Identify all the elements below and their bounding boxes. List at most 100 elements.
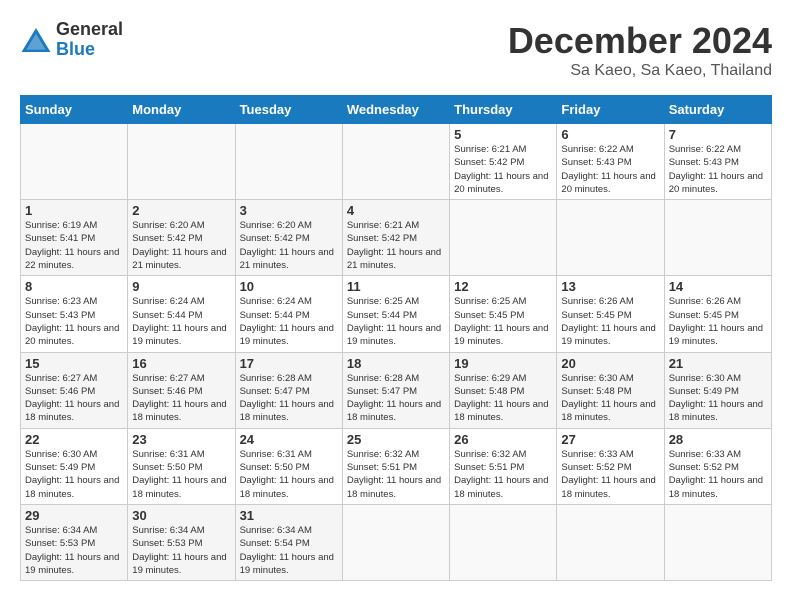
day-number-18: 18 <box>347 356 445 371</box>
day-number-3: 3 <box>240 203 338 218</box>
day-info-29: Sunrise: 6:34 AMSunset: 5:53 PMDaylight:… <box>25 524 123 577</box>
col-saturday: Saturday <box>664 96 771 124</box>
logo-text: General Blue <box>56 20 123 60</box>
day-23: 23 Sunrise: 6:31 AMSunset: 5:50 PMDaylig… <box>128 428 235 504</box>
day-number-4: 4 <box>347 203 445 218</box>
day-19: 19 Sunrise: 6:29 AMSunset: 5:48 PMDaylig… <box>450 352 557 428</box>
day-8: 8 Sunrise: 6:23 AMSunset: 5:43 PMDayligh… <box>21 276 128 352</box>
day-number-11: 11 <box>347 279 445 294</box>
day-number-9: 9 <box>132 279 230 294</box>
day-16: 16 Sunrise: 6:27 AMSunset: 5:46 PMDaylig… <box>128 352 235 428</box>
day-number-27: 27 <box>561 432 659 447</box>
logo-general-text: General <box>56 20 123 40</box>
day-number-30: 30 <box>132 508 230 523</box>
day-number-13: 13 <box>561 279 659 294</box>
day-info-10: Sunrise: 6:24 AMSunset: 5:44 PMDaylight:… <box>240 295 338 348</box>
day-11: 11 Sunrise: 6:25 AMSunset: 5:44 PMDaylig… <box>342 276 449 352</box>
day-number-7: 7 <box>669 127 767 142</box>
logo-blue-text: Blue <box>56 40 123 60</box>
empty-cell <box>450 504 557 580</box>
day-info-26: Sunrise: 6:32 AMSunset: 5:51 PMDaylight:… <box>454 448 552 501</box>
day-4: 4 Sunrise: 6:21 AMSunset: 5:42 PMDayligh… <box>342 200 449 276</box>
day-info-6: Sunrise: 6:22 AMSunset: 5:43 PMDaylight:… <box>561 143 659 196</box>
week-4: 22 Sunrise: 6:30 AMSunset: 5:49 PMDaylig… <box>21 428 772 504</box>
logo: General Blue <box>20 20 123 60</box>
day-1: 1 Sunrise: 6:19 AMSunset: 5:41 PMDayligh… <box>21 200 128 276</box>
day-info-3: Sunrise: 6:20 AMSunset: 5:42 PMDaylight:… <box>240 219 338 272</box>
calendar-table: Sunday Monday Tuesday Wednesday Thursday… <box>20 95 772 581</box>
day-info-31: Sunrise: 6:34 AMSunset: 5:54 PMDaylight:… <box>240 524 338 577</box>
day-info-22: Sunrise: 6:30 AMSunset: 5:49 PMDaylight:… <box>25 448 123 501</box>
day-info-13: Sunrise: 6:26 AMSunset: 5:45 PMDaylight:… <box>561 295 659 348</box>
day-info-24: Sunrise: 6:31 AMSunset: 5:50 PMDaylight:… <box>240 448 338 501</box>
empty-cell <box>21 124 128 200</box>
day-12: 12 Sunrise: 6:25 AMSunset: 5:45 PMDaylig… <box>450 276 557 352</box>
day-28: 28 Sunrise: 6:33 AMSunset: 5:52 PMDaylig… <box>664 428 771 504</box>
day-number-29: 29 <box>25 508 123 523</box>
day-31: 31 Sunrise: 6:34 AMSunset: 5:54 PMDaylig… <box>235 504 342 580</box>
day-number-16: 16 <box>132 356 230 371</box>
day-info-8: Sunrise: 6:23 AMSunset: 5:43 PMDaylight:… <box>25 295 123 348</box>
day-number-26: 26 <box>454 432 552 447</box>
day-number-17: 17 <box>240 356 338 371</box>
week-3: 15 Sunrise: 6:27 AMSunset: 5:46 PMDaylig… <box>21 352 772 428</box>
day-25: 25 Sunrise: 6:32 AMSunset: 5:51 PMDaylig… <box>342 428 449 504</box>
day-info-15: Sunrise: 6:27 AMSunset: 5:46 PMDaylight:… <box>25 372 123 425</box>
empty-cell <box>557 200 664 276</box>
day-number-1: 1 <box>25 203 123 218</box>
title-area: December 2024 Sa Kaeo, Sa Kaeo, Thailand <box>508 20 772 80</box>
day-number-25: 25 <box>347 432 445 447</box>
day-info-16: Sunrise: 6:27 AMSunset: 5:46 PMDaylight:… <box>132 372 230 425</box>
day-27: 27 Sunrise: 6:33 AMSunset: 5:52 PMDaylig… <box>557 428 664 504</box>
day-number-28: 28 <box>669 432 767 447</box>
day-30: 30 Sunrise: 6:34 AMSunset: 5:53 PMDaylig… <box>128 504 235 580</box>
day-14: 14 Sunrise: 6:26 AMSunset: 5:45 PMDaylig… <box>664 276 771 352</box>
header-row: Sunday Monday Tuesday Wednesday Thursday… <box>21 96 772 124</box>
col-thursday: Thursday <box>450 96 557 124</box>
day-number-22: 22 <box>25 432 123 447</box>
col-sunday: Sunday <box>21 96 128 124</box>
empty-cell <box>235 124 342 200</box>
empty-cell <box>664 200 771 276</box>
day-20: 20 Sunrise: 6:30 AMSunset: 5:48 PMDaylig… <box>557 352 664 428</box>
empty-cell <box>557 504 664 580</box>
day-3: 3 Sunrise: 6:20 AMSunset: 5:42 PMDayligh… <box>235 200 342 276</box>
day-number-21: 21 <box>669 356 767 371</box>
day-number-10: 10 <box>240 279 338 294</box>
logo-icon <box>20 24 52 56</box>
day-10: 10 Sunrise: 6:24 AMSunset: 5:44 PMDaylig… <box>235 276 342 352</box>
day-info-30: Sunrise: 6:34 AMSunset: 5:53 PMDaylight:… <box>132 524 230 577</box>
day-info-12: Sunrise: 6:25 AMSunset: 5:45 PMDaylight:… <box>454 295 552 348</box>
empty-cell <box>664 504 771 580</box>
day-info-28: Sunrise: 6:33 AMSunset: 5:52 PMDaylight:… <box>669 448 767 501</box>
col-wednesday: Wednesday <box>342 96 449 124</box>
day-number-15: 15 <box>25 356 123 371</box>
col-friday: Friday <box>557 96 664 124</box>
day-18: 18 Sunrise: 6:28 AMSunset: 5:47 PMDaylig… <box>342 352 449 428</box>
day-number-23: 23 <box>132 432 230 447</box>
day-7: 7 Sunrise: 6:22 AMSunset: 5:43 PMDayligh… <box>664 124 771 200</box>
empty-cell <box>342 504 449 580</box>
day-number-12: 12 <box>454 279 552 294</box>
col-monday: Monday <box>128 96 235 124</box>
day-info-20: Sunrise: 6:30 AMSunset: 5:48 PMDaylight:… <box>561 372 659 425</box>
day-2: 2 Sunrise: 6:20 AMSunset: 5:42 PMDayligh… <box>128 200 235 276</box>
day-29: 29 Sunrise: 6:34 AMSunset: 5:53 PMDaylig… <box>21 504 128 580</box>
empty-cell <box>450 200 557 276</box>
day-info-23: Sunrise: 6:31 AMSunset: 5:50 PMDaylight:… <box>132 448 230 501</box>
month-title: December 2024 <box>508 20 772 62</box>
week-2: 8 Sunrise: 6:23 AMSunset: 5:43 PMDayligh… <box>21 276 772 352</box>
week-1: 5 Sunrise: 6:21 AMSunset: 5:42 PMDayligh… <box>21 124 772 200</box>
day-info-2: Sunrise: 6:20 AMSunset: 5:42 PMDaylight:… <box>132 219 230 272</box>
location: Sa Kaeo, Sa Kaeo, Thailand <box>508 62 772 80</box>
day-21: 21 Sunrise: 6:30 AMSunset: 5:49 PMDaylig… <box>664 352 771 428</box>
day-info-25: Sunrise: 6:32 AMSunset: 5:51 PMDaylight:… <box>347 448 445 501</box>
week-0: 1 Sunrise: 6:19 AMSunset: 5:41 PMDayligh… <box>21 200 772 276</box>
day-22: 22 Sunrise: 6:30 AMSunset: 5:49 PMDaylig… <box>21 428 128 504</box>
day-info-5: Sunrise: 6:21 AMSunset: 5:42 PMDaylight:… <box>454 143 552 196</box>
day-17: 17 Sunrise: 6:28 AMSunset: 5:47 PMDaylig… <box>235 352 342 428</box>
day-info-17: Sunrise: 6:28 AMSunset: 5:47 PMDaylight:… <box>240 372 338 425</box>
day-number-24: 24 <box>240 432 338 447</box>
empty-cell <box>342 124 449 200</box>
day-info-14: Sunrise: 6:26 AMSunset: 5:45 PMDaylight:… <box>669 295 767 348</box>
